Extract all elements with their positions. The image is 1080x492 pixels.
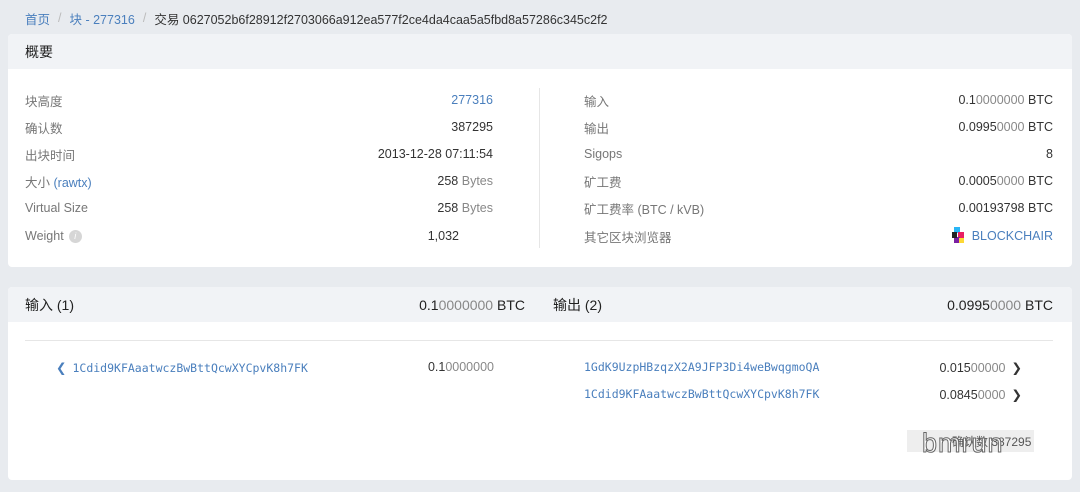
label: 大小 (rawtx)	[25, 172, 92, 191]
row-fee-rate: 矿工费率 (BTC / kVB) 0.00193798 BTC	[584, 198, 1053, 218]
summary-title: 概要	[8, 34, 1072, 69]
amount-zeros: 0000000	[445, 360, 494, 374]
amount-main: 0.0995	[958, 120, 997, 134]
value: 0.10000000 BTC	[958, 93, 1053, 107]
label: 出块时间	[25, 148, 76, 163]
value-unit: Bytes	[461, 174, 493, 188]
row-fee: 矿工费 0.00050000 BTC	[584, 171, 1053, 191]
amount-zeros: 0000	[996, 174, 1025, 188]
value: 0.09950000 BTC	[958, 120, 1053, 134]
output-address[interactable]: 1GdK9UzpHBzqzX2A9JFP3Di4weBwqgmoQA	[584, 360, 819, 374]
row-output-total: 输出 0.09950000 BTC	[584, 117, 1053, 137]
amount-main: 0.1	[958, 93, 976, 107]
value-number: 258	[437, 174, 459, 188]
amount-main: 0.0995	[947, 296, 990, 313]
unit: BTC	[1028, 201, 1053, 215]
input-amount: 0.10000000	[428, 360, 494, 374]
label: Weight i	[25, 228, 82, 244]
blockchair-logo-icon	[951, 227, 964, 243]
input-address[interactable]: ❮ 1Cdid9KFAaatwczBwBttQcwXYCpvK8h7FK	[56, 360, 308, 375]
rawtx-link[interactable]: (rawtx)	[54, 176, 92, 190]
value: 0.00193798 BTC	[958, 201, 1053, 215]
watermark: bmrun	[922, 428, 1004, 459]
label: 其它区块浏览器	[584, 230, 672, 245]
divider	[25, 340, 1053, 341]
label: 矿工费	[584, 175, 622, 190]
row-sigops: Sigops 8	[584, 144, 1053, 164]
address-text: 1Cdid9KFAaatwczBwBttQcwXYCpvK8h7FK	[72, 360, 308, 375]
row-block-height: 块高度 277316	[25, 90, 493, 110]
label: 输入	[584, 94, 610, 109]
amount-main: 0.1	[419, 296, 439, 313]
breadcrumb-home[interactable]: 首页	[25, 9, 50, 28]
inputs-total: 0.10000000 BTC	[419, 297, 525, 313]
amount-zeros: 0000	[996, 120, 1025, 134]
row-weight: Weight i 1,032	[25, 226, 459, 246]
outputs-total: 0.09950000 BTC	[947, 297, 1053, 313]
amount-main: 0.1	[427, 360, 446, 374]
row-virtual-size: Virtual Size 258 Bytes	[25, 198, 493, 218]
breadcrumb-block[interactable]: 块 - 277316	[70, 9, 135, 28]
info-icon[interactable]: i	[68, 230, 82, 244]
value: 258 Bytes	[437, 201, 493, 215]
amount-zeros: 00000	[970, 360, 1006, 375]
breadcrumb-separator: /	[142, 11, 147, 25]
row-confirmations: 确认数 387295	[25, 117, 493, 137]
column-divider	[539, 88, 540, 248]
unit: BTC	[1028, 174, 1053, 188]
label: Sigops	[584, 147, 623, 161]
chevron-left-icon[interactable]: ❮	[56, 361, 66, 375]
value: 8	[1046, 147, 1053, 161]
inputs-title: 输入 (1)	[25, 296, 74, 313]
io-header: 输入 (1) 0.10000000 BTC 输出 (2) 0.09950000 …	[8, 287, 1072, 322]
value: 0.00050000 BTC	[958, 174, 1053, 188]
amount-zeros: 0000	[977, 387, 1006, 402]
value: 258 Bytes	[437, 174, 493, 188]
amount-zeros: 0000	[989, 296, 1022, 313]
label: 矿工费率 (BTC / kVB)	[584, 202, 705, 217]
block-height-link[interactable]: 277316	[451, 93, 493, 107]
value: 387295	[451, 120, 493, 134]
amount-main: 0.0845	[939, 387, 978, 402]
amount-main: 0.015	[939, 360, 971, 375]
amount-zeros: 0000000	[975, 93, 1025, 107]
value-number: 258	[437, 201, 459, 215]
amount-main: 0.0005	[958, 174, 997, 188]
blockchair-link[interactable]: BLOCKCHAIR	[951, 227, 1053, 245]
label-text: 大小	[25, 175, 51, 190]
breadcrumb-separator: /	[58, 11, 62, 25]
output-row: 1GdK9UzpHBzqzX2A9JFP3Di4weBwqgmoQA 0.0150…	[584, 357, 1022, 377]
output-row: 1Cdid9KFAaatwczBwBttQcwXYCpvK8h7FK 0.0845…	[584, 384, 1022, 404]
amount-main: 0.00193798	[958, 201, 1025, 215]
unit: BTC	[1028, 120, 1053, 134]
chevron-right-icon[interactable]: ❯	[1012, 388, 1022, 402]
unit: BTC	[497, 296, 525, 313]
row-block-time: 出块时间 2013-12-28 07:11:54	[25, 144, 493, 164]
unit: BTC	[1025, 296, 1053, 313]
chevron-right-icon[interactable]: ❯	[1012, 361, 1022, 375]
value: 2013-12-28 07:11:54	[377, 147, 493, 161]
unit: BTC	[1028, 93, 1053, 107]
value-unit: Bytes	[461, 201, 493, 215]
label: 输出	[584, 121, 610, 136]
row-size: 大小 (rawtx) 258 Bytes	[25, 171, 493, 191]
amount-zeros: 0000000	[438, 296, 494, 313]
output-amount: 0.08450000 ❯	[939, 387, 1022, 402]
outputs-title: 输出 (2)	[553, 296, 602, 313]
breadcrumb: 首页 / 块 - 277316 / 交易 0627052b6f28912f27030…	[25, 9, 608, 27]
label: Virtual Size	[25, 201, 88, 215]
input-row: ❮ 1Cdid9KFAaatwczBwBttQcwXYCpvK8h7FK 0.100…	[56, 357, 494, 377]
label-text: Weight	[25, 228, 64, 243]
label: 确认数	[25, 121, 63, 136]
label: 块高度	[25, 94, 63, 109]
summary-card: 概要 块高度 277316 确认数 387295 出块时间 2013-12-28 07…	[8, 34, 1072, 267]
output-address[interactable]: 1Cdid9KFAaatwczBwBttQcwXYCpvK8h7FK	[584, 387, 819, 401]
row-input-total: 输入 0.10000000 BTC	[584, 90, 1053, 110]
blockchair-label: BLOCKCHAIR	[971, 229, 1053, 243]
breadcrumb-current: 交易 0627052b6f28912f2703066a912ea577f2ce4…	[154, 12, 608, 27]
output-amount: 0.01500000 ❯	[939, 360, 1022, 375]
value: 1,032	[427, 229, 459, 243]
row-other-explorers: 其它区块浏览器 BLOCKCHAIR	[584, 226, 1053, 246]
